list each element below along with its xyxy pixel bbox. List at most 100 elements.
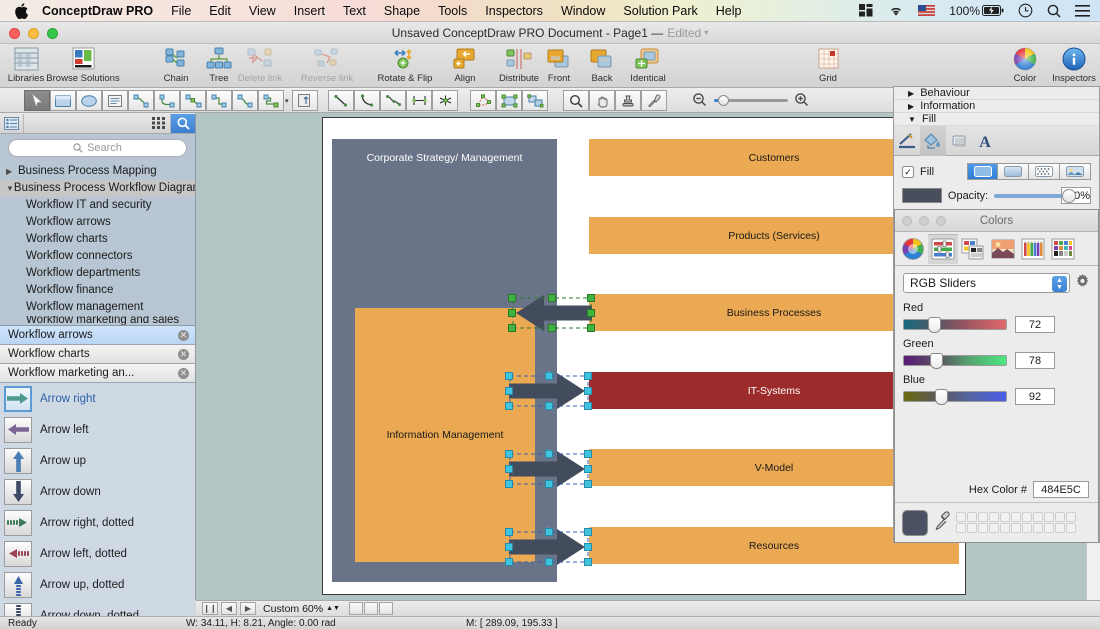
swatch-cell[interactable] [1022,512,1032,522]
resize-handle[interactable] [505,480,513,488]
library-tab-workflow-arrows[interactable]: Workflow arrows ✕ [0,326,195,345]
battery-percentage[interactable]: 100% [942,4,982,18]
chevron-right-icon[interactable]: ▶ [6,163,18,180]
resize-handle[interactable] [505,387,513,395]
connector-rounded-tool[interactable] [232,90,258,111]
shape-item-arrow-right-dotted[interactable]: Arrow right, dotted [0,507,195,538]
ellipse-tool[interactable] [76,90,102,111]
resize-handle[interactable] [548,324,556,332]
swatch-cell[interactable] [989,523,999,533]
time-machine-icon[interactable] [1011,0,1040,22]
swatch-cell[interactable] [1011,523,1021,533]
pen-node-tool[interactable] [432,90,458,111]
maximize-button[interactable] [936,216,946,226]
tree-item-workflow-departments[interactable]: Workflow departments [0,265,195,282]
shape-item-arrow-right[interactable]: Arrow right [0,383,195,414]
menu-text[interactable]: Text [334,0,375,22]
shape-item-arrow-up[interactable]: Arrow up [0,445,195,476]
resize-handle[interactable] [505,558,513,566]
view-mode-3[interactable] [379,602,393,615]
resize-handle[interactable] [505,450,513,458]
menu-tools[interactable]: Tools [429,0,476,22]
swatch-cell[interactable] [1055,512,1065,522]
fill-tab[interactable] [920,126,946,156]
apple-icon[interactable] [14,3,28,19]
arrow-left-selected[interactable] [512,293,592,333]
menu-shape[interactable]: Shape [375,0,429,22]
resize-handle[interactable] [584,528,592,536]
resize-handle[interactable] [584,480,592,488]
minimize-button[interactable] [28,28,39,39]
swatch-cell[interactable] [1066,523,1076,533]
green-slider-knob[interactable] [930,353,943,369]
connector-direct-tool[interactable] [128,90,154,111]
swatch-cell[interactable] [967,523,977,533]
tree-item-workflow-it-and-security[interactable]: Workflow IT and security [0,197,195,214]
menu-solution-park[interactable]: Solution Park [614,0,706,22]
swatch-cell[interactable] [1033,512,1043,522]
swatch-cell[interactable] [1011,512,1021,522]
chevron-down-icon[interactable]: ▾ [704,28,708,37]
grid-view-icon[interactable] [147,114,171,133]
view-mode-2[interactable] [364,602,378,615]
swatch-cell[interactable] [956,523,966,533]
swatch-cell[interactable] [1000,523,1010,533]
resize-handle[interactable] [545,480,553,488]
swatch-cell[interactable] [956,512,966,522]
shape-item-arrow-down[interactable]: Arrow down [0,476,195,507]
resize-handle[interactable] [545,372,553,380]
arrow-right-resources[interactable] [509,527,589,567]
resize-handle[interactable] [584,543,592,551]
menu-view[interactable]: View [240,0,285,22]
minimize-button[interactable] [919,216,929,226]
tree-item-business-process-mapping[interactable]: ▶ Business Process Mapping [0,163,195,180]
grid-view-icon[interactable] [852,0,881,22]
search-input[interactable]: Search [8,139,187,157]
resize-handle[interactable] [587,324,595,332]
resize-handle[interactable] [545,528,553,536]
resize-handle[interactable] [545,558,553,566]
chevron-right-icon[interactable]: ▶ [908,102,914,111]
stamp-tool[interactable] [615,90,641,111]
library-tab-workflow-charts[interactable]: Workflow charts ✕ [0,345,195,364]
close-button[interactable] [9,28,20,39]
toolbar-identical[interactable]: Identical [617,46,679,84]
pause-icon[interactable]: ❙❙ [202,602,218,615]
menu-edit[interactable]: Edit [200,0,240,22]
zoom-slider-knob[interactable] [718,95,729,106]
resize-handle[interactable] [505,543,513,551]
wifi-icon[interactable] [881,0,911,22]
connector-tree-tool[interactable] [180,90,206,111]
menu-file[interactable]: File [162,0,200,22]
arrow-right-it-systems[interactable] [509,371,589,411]
red-slider-knob[interactable] [928,317,941,333]
inspector-section-behaviour[interactable]: ▶ Behaviour [894,87,1099,100]
connector-smart-tool[interactable] [258,90,284,111]
color-palettes-tab[interactable] [958,234,988,264]
swatch-cell[interactable] [1033,523,1043,533]
shadow-tab[interactable] [946,126,972,156]
maximize-button[interactable] [47,28,58,39]
solid-fill-mode[interactable] [967,163,998,180]
gear-icon[interactable] [1075,274,1090,292]
red-slider-track[interactable] [903,319,1007,330]
resize-handle[interactable] [545,450,553,458]
toolbar-rotate-flip[interactable]: Rotate & Flip [368,46,442,84]
spotlight-search-icon[interactable] [1040,0,1068,22]
resize-handle[interactable] [587,309,595,317]
toolbar-grid[interactable]: Grid [798,46,858,84]
tree-item-workflow-marketing-and-sales[interactable]: Workflow marketing and sales [0,316,195,325]
zoom-level-field[interactable]: Custom 60% ▲▼ [259,602,344,616]
edit-points-tool[interactable] [470,90,496,111]
fill-color-swatch[interactable] [902,188,942,203]
chevron-right-icon[interactable]: ▶ [908,89,914,98]
toolbar-reverse-link[interactable]: Reverse link [288,46,366,84]
inspector-section-information[interactable]: ▶ Information [894,100,1099,113]
zoom-out-icon[interactable] [692,92,707,110]
resize-handle[interactable] [508,324,516,332]
resize-handle[interactable] [584,465,592,473]
zoom-in-icon[interactable] [794,92,809,110]
eyedropper-tool[interactable] [641,90,667,111]
eyedropper-icon[interactable] [934,511,950,534]
line-tool[interactable] [328,90,354,111]
